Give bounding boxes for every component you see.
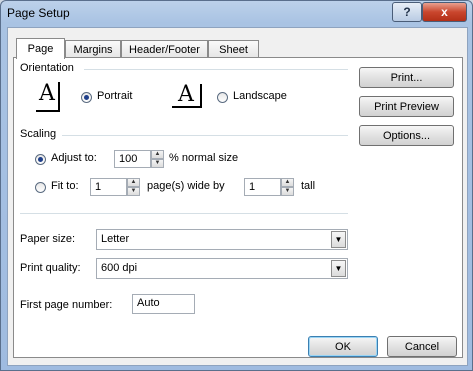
orientation-heading: Orientation — [20, 62, 74, 74]
fit-tall-suffix: tall — [301, 180, 316, 192]
print-quality-label: Print quality: — [20, 262, 81, 274]
print-preview-button-label: Print Preview — [374, 100, 439, 113]
spin-up-icon[interactable]: ▲ — [127, 178, 140, 187]
options-button[interactable]: Options... — [359, 125, 454, 146]
dialog-title: Page Setup — [7, 6, 70, 20]
page-setup-dialog: Page Setup ? x Page Margins Header/Foote… — [0, 0, 473, 371]
chevron-down-icon[interactable]: ▼ — [331, 231, 346, 248]
tab-page-label: Page — [27, 43, 54, 55]
dialog-body: Page Margins Header/Footer Sheet Orienta… — [7, 27, 468, 366]
tab-margins-label: Margins — [73, 43, 113, 56]
fit-tall-spinner[interactable]: ▲ ▼ — [281, 178, 294, 196]
adjust-percent-input[interactable]: 100 — [114, 150, 151, 168]
title-bar: Page Setup ? x — [1, 1, 472, 25]
spin-down-icon[interactable]: ▼ — [281, 187, 294, 196]
help-button[interactable]: ? — [392, 2, 422, 22]
tab-header-footer[interactable]: Header/Footer — [121, 40, 208, 58]
section-divider — [20, 213, 348, 214]
first-page-number-label: First page number: — [20, 299, 113, 311]
adjust-to-radio[interactable] — [35, 154, 46, 165]
print-preview-button[interactable]: Print Preview — [359, 96, 454, 117]
paper-size-value: Letter — [101, 233, 130, 245]
page-tab-panel: Orientation A Portrait A Landscape Scali… — [13, 57, 463, 358]
landscape-glyph: A — [178, 82, 194, 107]
radio-selected-dot — [84, 95, 89, 100]
first-page-number-input[interactable]: Auto — [132, 294, 195, 314]
spin-up-icon[interactable]: ▲ — [151, 150, 164, 159]
tab-page[interactable]: Page — [16, 38, 65, 59]
tab-margins[interactable]: Margins — [65, 40, 121, 58]
ok-button-label: OK — [335, 340, 351, 353]
fit-to-label[interactable]: Fit to: — [51, 180, 79, 192]
scaling-divider — [62, 135, 348, 136]
fit-wide-suffix: page(s) wide by — [147, 180, 225, 192]
fit-tall-input[interactable]: 1 — [244, 178, 281, 196]
print-quality-select[interactable]: 600 dpi ▼ — [96, 258, 348, 279]
adjust-suffix: % normal size — [169, 152, 239, 164]
ok-button[interactable]: OK — [308, 336, 378, 357]
portrait-label[interactable]: Portrait — [97, 90, 132, 102]
fit-wide-spinner[interactable]: ▲ ▼ — [127, 178, 140, 196]
landscape-page-icon: A — [172, 84, 202, 108]
tab-sheet[interactable]: Sheet — [208, 40, 259, 58]
landscape-label[interactable]: Landscape — [233, 90, 287, 102]
portrait-radio[interactable] — [81, 92, 92, 103]
close-button[interactable]: x — [422, 2, 467, 22]
chevron-down-icon[interactable]: ▼ — [331, 260, 346, 277]
spin-down-icon[interactable]: ▼ — [151, 159, 164, 168]
tab-header-footer-label: Header/Footer — [129, 43, 200, 56]
radio-selected-dot — [38, 157, 43, 162]
fit-to-radio[interactable] — [35, 182, 46, 193]
print-button[interactable]: Print... — [359, 67, 454, 88]
portrait-glyph: A — [39, 81, 55, 106]
adjust-to-label[interactable]: Adjust to: — [51, 152, 97, 164]
close-icon: x — [441, 5, 448, 19]
orientation-divider — [84, 69, 348, 70]
cancel-button[interactable]: Cancel — [387, 336, 457, 357]
adjust-percent-spinner[interactable]: ▲ ▼ — [151, 150, 164, 168]
paper-size-select[interactable]: Letter ▼ — [96, 229, 348, 250]
fit-wide-input[interactable]: 1 — [90, 178, 127, 196]
scaling-heading: Scaling — [20, 128, 57, 140]
help-icon: ? — [403, 5, 411, 19]
print-button-label: Print... — [390, 71, 423, 84]
print-quality-value: 600 dpi — [101, 262, 138, 274]
paper-size-label: Paper size: — [20, 233, 76, 245]
options-button-label: Options... — [382, 129, 431, 142]
landscape-radio[interactable] — [217, 92, 228, 103]
spin-down-icon[interactable]: ▼ — [127, 187, 140, 196]
spin-up-icon[interactable]: ▲ — [281, 178, 294, 187]
cancel-button-label: Cancel — [404, 340, 440, 353]
portrait-page-icon: A — [36, 82, 60, 112]
tab-sheet-label: Sheet — [219, 43, 248, 56]
